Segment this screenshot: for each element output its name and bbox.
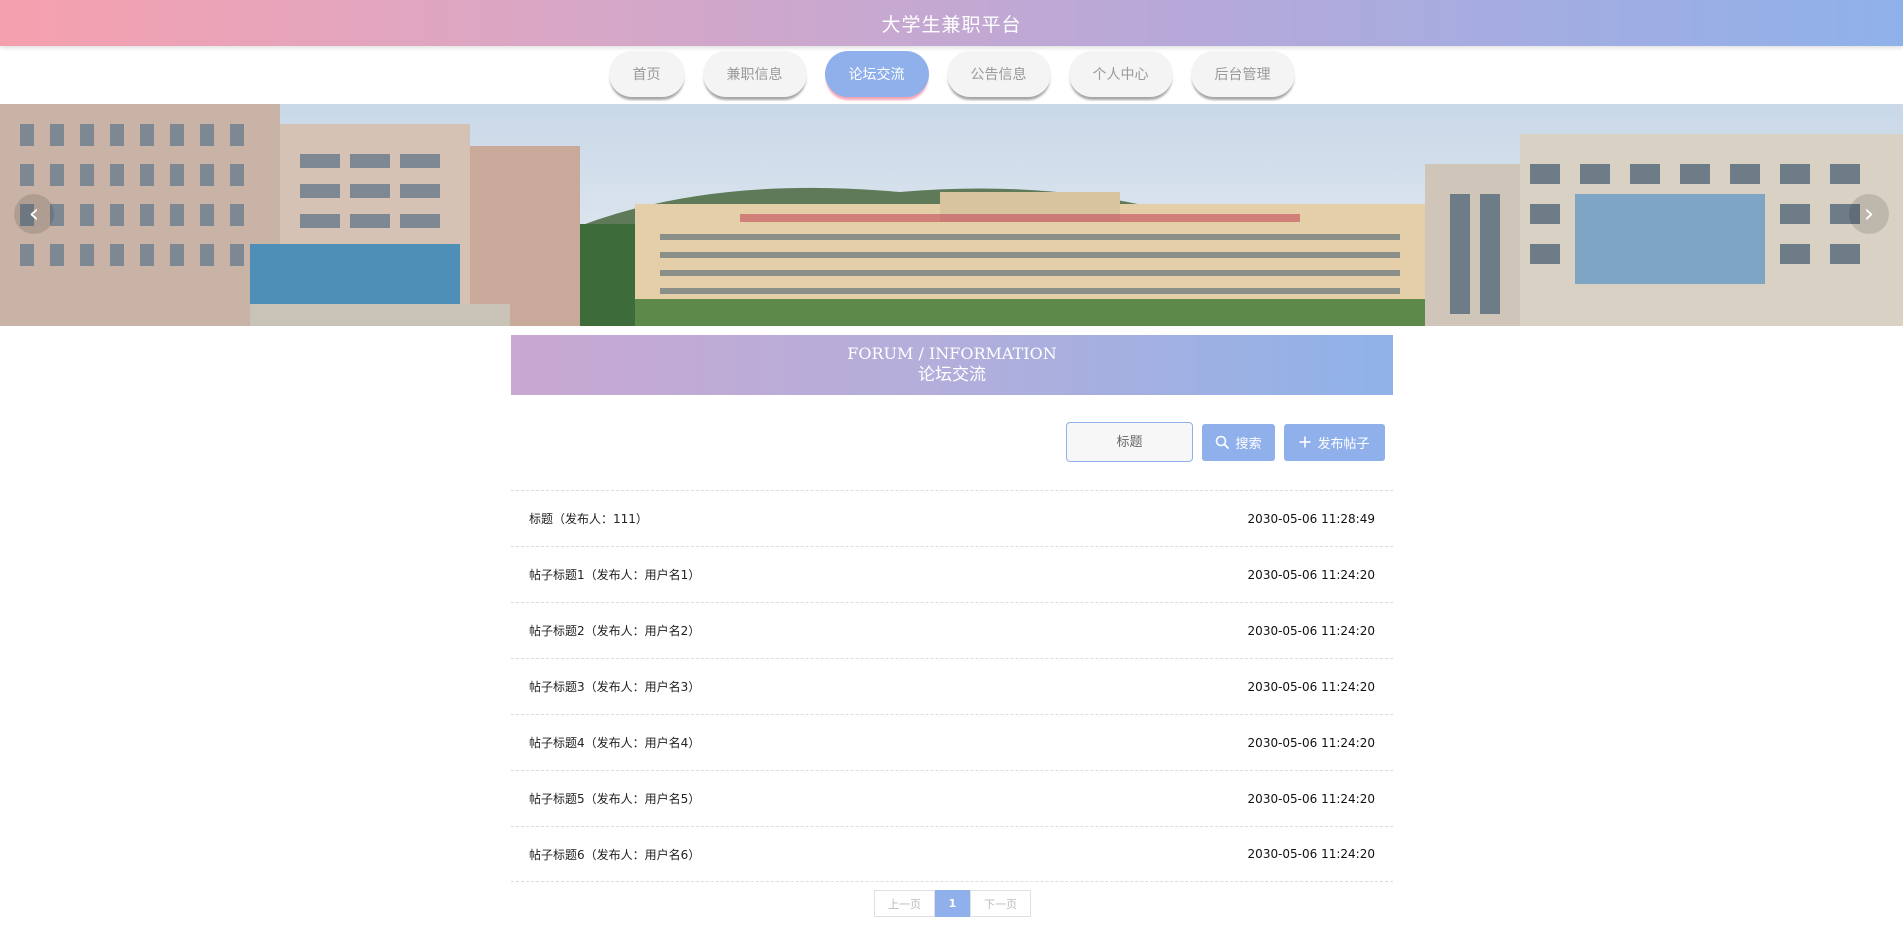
title-search-input[interactable] (1066, 422, 1193, 462)
search-button[interactable]: 搜索 (1202, 423, 1275, 461)
new-post-button-label: 发布帖子 (1317, 436, 1370, 452)
post-time: 2030-05-06 11:24:20 (1247, 791, 1375, 806)
post-title: 帖子标题3（发布人：用户名3） (529, 680, 701, 694)
main-nav: 首页 兼职信息 论坛交流 公告信息 个人中心 后台管理 (0, 51, 1903, 99)
post-row[interactable]: 帖子标题5（发布人：用户名5） 2030-05-06 11:24:20 (511, 770, 1393, 826)
pagination: 上一页 1 下一页 (874, 890, 1031, 917)
search-icon (1216, 435, 1230, 449)
new-post-button[interactable]: 发布帖子 (1284, 423, 1385, 461)
post-time: 2030-05-06 11:24:20 (1247, 847, 1375, 861)
carousel-next-button[interactable]: › (1849, 194, 1889, 234)
post-title: 帖子标题1（发布人：用户名1） (529, 568, 701, 582)
page-number-button[interactable]: 1 (935, 890, 970, 917)
nav-announcements[interactable]: 公告信息 (946, 51, 1051, 97)
next-page-button[interactable]: 下一页 (970, 890, 1031, 917)
banner-carousel: ‹ › (0, 104, 1903, 326)
post-row[interactable]: 帖子标题1（发布人：用户名1） 2030-05-06 11:24:20 (511, 546, 1393, 602)
plus-icon (1299, 436, 1311, 448)
chevron-right-icon: › (1863, 199, 1875, 229)
post-row[interactable]: 标题（发布人：111） 2030-05-06 11:28:49 (511, 490, 1393, 546)
post-time: 2030-05-06 11:24:20 (1247, 679, 1375, 694)
post-time: 2030-05-06 11:28:49 (1247, 511, 1375, 526)
nav-forum[interactable]: 论坛交流 (824, 51, 929, 97)
post-list: 标题（发布人：111） 2030-05-06 11:28:49 帖子标题1（发布… (511, 490, 1393, 882)
post-title: 帖子标题5（发布人：用户名5） (529, 792, 701, 806)
post-time: 2030-05-06 11:24:20 (1247, 623, 1375, 638)
nav-parttime-jobs[interactable]: 兼职信息 (702, 51, 807, 97)
site-title: 大学生兼职平台 (881, 13, 1022, 36)
nav-user-center[interactable]: 个人中心 (1068, 51, 1173, 97)
carousel-prev-button[interactable]: ‹ (14, 194, 54, 234)
campus-banner-image (0, 104, 1903, 326)
section-title: FORUM / INFORMATION 论坛交流 (511, 335, 1393, 395)
section-title-cn: 论坛交流 (918, 365, 986, 385)
post-row[interactable]: 帖子标题6（发布人：用户名6） 2030-05-06 11:24:20 (511, 826, 1393, 882)
post-time: 2030-05-06 11:24:20 (1247, 735, 1375, 750)
post-title: 帖子标题2（发布人：用户名2） (529, 624, 701, 638)
post-title: 帖子标题6（发布人：用户名6） (529, 847, 701, 862)
chevron-left-icon: ‹ (28, 199, 40, 229)
nav-admin[interactable]: 后台管理 (1190, 51, 1295, 97)
post-row[interactable]: 帖子标题4（发布人：用户名4） 2030-05-06 11:24:20 (511, 714, 1393, 770)
nav-home[interactable]: 首页 (608, 51, 685, 97)
post-title: 帖子标题4（发布人：用户名4） (529, 736, 701, 750)
section-title-en: FORUM / INFORMATION (847, 344, 1057, 363)
top-header: 大学生兼职平台 (0, 0, 1903, 46)
post-row[interactable]: 帖子标题3（发布人：用户名3） 2030-05-06 11:24:20 (511, 658, 1393, 714)
post-time: 2030-05-06 11:24:20 (1247, 567, 1375, 582)
prev-page-button[interactable]: 上一页 (874, 890, 935, 917)
search-bar: 搜索 发布帖子 (1066, 422, 1385, 462)
post-title: 标题（发布人：111） (529, 512, 648, 526)
search-button-label: 搜索 (1235, 436, 1262, 452)
post-row[interactable]: 帖子标题2（发布人：用户名2） 2030-05-06 11:24:20 (511, 602, 1393, 658)
